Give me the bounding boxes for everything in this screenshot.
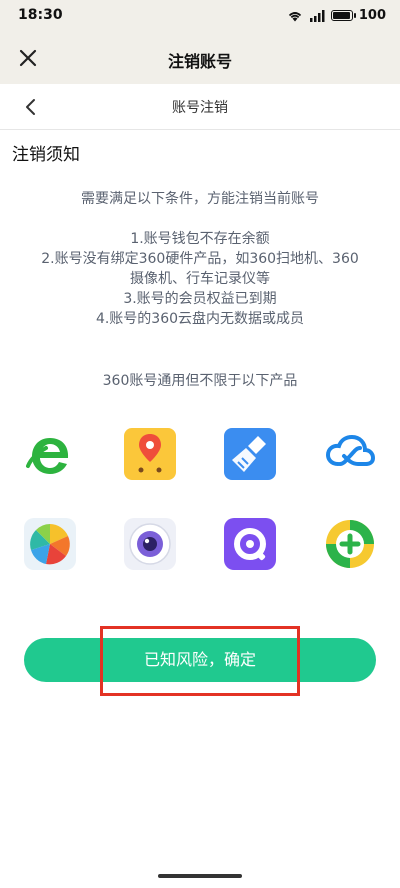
condition-item: 4.账号的360云盘内无数据或成员 xyxy=(95,311,305,327)
battery-percent: 100 xyxy=(358,8,386,23)
condition-item: 摄像机、行车记录仪等 xyxy=(130,271,270,287)
camera-app-icon[interactable] xyxy=(122,516,178,572)
title-bar: 注销账号 xyxy=(0,32,400,84)
condition-item: 2.账号没有绑定360硬件产品，如360扫地机、360 xyxy=(41,251,359,267)
status-time: 18:30 xyxy=(18,7,63,23)
products-intro: 360账号通用但不限于以下产品 xyxy=(102,373,298,389)
confirm-risk-button[interactable]: 已知风险，确定 xyxy=(24,638,376,682)
inner-nav: 账号注销 xyxy=(0,84,400,130)
security-plus-icon[interactable] xyxy=(322,516,378,572)
home-indicator xyxy=(158,874,242,878)
condition-item: 1.账号钱包不存在余额 xyxy=(130,231,270,247)
purple-ring-app-icon[interactable] xyxy=(222,516,278,572)
battery-icon xyxy=(330,10,356,21)
section-title: 注销须知 xyxy=(12,145,80,165)
conditions-list: 1.账号钱包不存在余额 2.账号没有绑定360硬件产品，如360扫地机、360 … xyxy=(10,229,390,329)
status-bar: 18:30 100 xyxy=(0,0,400,32)
color-segment-app-icon[interactable] xyxy=(22,516,78,572)
battery-fill xyxy=(332,12,350,19)
signal-icon xyxy=(309,9,325,22)
notice-intro: 需要满足以下条件，方能注销当前账号 xyxy=(81,191,319,207)
page-title: 注销账号 xyxy=(167,52,232,71)
broom-cleaner-icon[interactable] xyxy=(222,426,278,482)
status-icons: 100 xyxy=(287,8,386,23)
browser-e-icon[interactable] xyxy=(22,426,78,482)
cloud-disk-icon[interactable] xyxy=(322,426,378,482)
condition-item: 3.账号的会员权益已到期 xyxy=(123,291,277,307)
inner-nav-title: 账号注销 xyxy=(172,100,228,116)
wifi-icon xyxy=(287,10,303,22)
map-pin-app-icon[interactable] xyxy=(122,426,178,482)
